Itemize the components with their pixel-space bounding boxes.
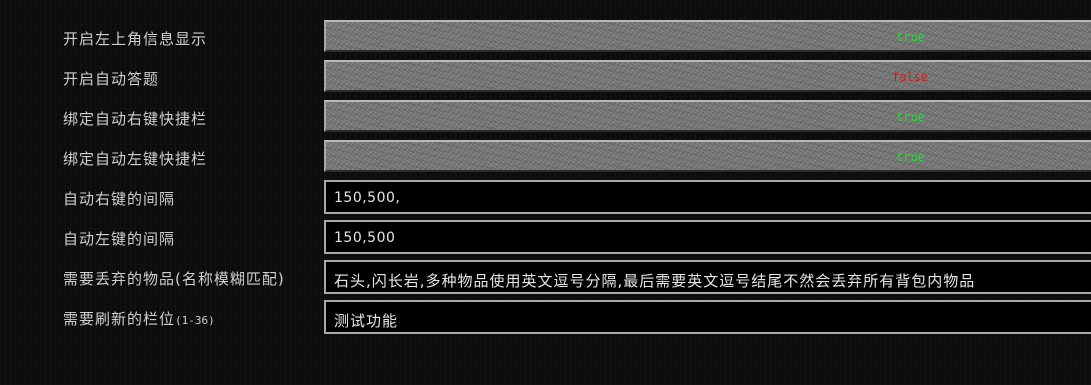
setting-label-right-interval: 自动右键的间隔: [63, 190, 176, 208]
toggle-show-info-value: true: [896, 30, 925, 44]
setting-row-show-info: 开启左上角信息显示 true: [0, 20, 1091, 56]
setting-row-refresh-slots: 需要刷新的栏位(1-36) 测试功能: [0, 300, 1091, 336]
setting-label-refresh-slots: 需要刷新的栏位(1-36): [63, 308, 215, 329]
setting-label-show-info: 开启左上角信息显示: [63, 30, 208, 48]
toggle-auto-answer-button[interactable]: false: [324, 60, 1091, 92]
toggle-bind-right-value: true: [896, 110, 925, 124]
refresh-slots-input[interactable]: 测试功能: [324, 300, 1091, 334]
setting-row-bind-left: 绑定自动左键快捷栏 true: [0, 140, 1091, 176]
right-interval-input[interactable]: 150,500,: [324, 180, 1091, 214]
setting-label-refresh-slots-range: (1-36): [175, 314, 215, 327]
setting-label-discard-items: 需要丢弃的物品(名称模糊匹配): [63, 270, 285, 288]
setting-label-left-interval: 自动左键的间隔: [63, 230, 176, 248]
setting-label-bind-left: 绑定自动左键快捷栏: [63, 150, 208, 168]
toggle-bind-left-button[interactable]: true: [324, 140, 1091, 172]
toggle-auto-answer-value: false: [892, 70, 929, 84]
left-interval-input[interactable]: 150,500: [324, 220, 1091, 254]
setting-label-auto-answer: 开启自动答题: [63, 70, 160, 88]
setting-row-auto-answer: 开启自动答题 false: [0, 60, 1091, 96]
setting-row-discard-items: 需要丢弃的物品(名称模糊匹配) 石头,闪长岩,多种物品使用英文逗号分隔,最后需要…: [0, 260, 1091, 296]
discard-items-input[interactable]: 石头,闪长岩,多种物品使用英文逗号分隔,最后需要英文逗号结尾不然会丢弃所有背包内…: [324, 260, 1091, 294]
setting-row-right-interval: 自动右键的间隔 150,500,: [0, 180, 1091, 216]
setting-row-bind-right: 绑定自动右键快捷栏 true: [0, 100, 1091, 136]
setting-label-bind-right: 绑定自动右键快捷栏: [63, 110, 208, 128]
toggle-bind-left-value: true: [896, 150, 925, 164]
setting-label-refresh-slots-main: 需要刷新的栏位: [63, 310, 176, 328]
setting-row-left-interval: 自动左键的间隔 150,500: [0, 220, 1091, 256]
toggle-bind-right-button[interactable]: true: [324, 100, 1091, 132]
toggle-show-info-button[interactable]: true: [324, 20, 1091, 52]
